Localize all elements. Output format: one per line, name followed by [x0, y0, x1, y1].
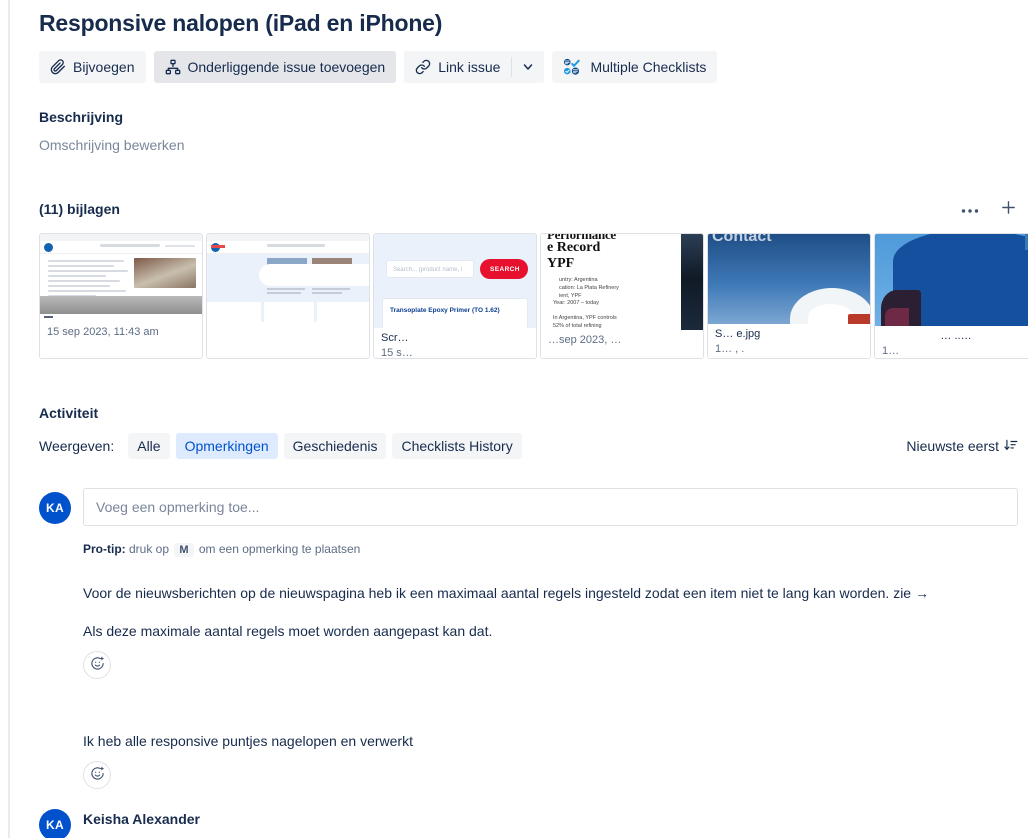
activity-section: Activiteit Weergeven: Alle Opmerkingen G…	[39, 405, 1028, 838]
hierarchy-icon	[165, 59, 181, 75]
avatar-slot	[39, 583, 71, 679]
left-divider	[8, 0, 10, 838]
description-heading: Beschrijving	[39, 109, 124, 125]
sort-descending-icon	[1004, 438, 1018, 455]
add-child-issue-button[interactable]: Onderliggende issue toevoegen	[153, 51, 397, 83]
description-placeholder[interactable]: Omschrijving bewerken	[39, 137, 1028, 153]
attachment-date: 1…	[882, 345, 900, 357]
add-reaction-button[interactable]	[83, 651, 111, 679]
add-reaction-button[interactable]	[83, 761, 111, 789]
attachment-preview	[875, 234, 1028, 328]
attachment-preview: Performance e Record YPF untry: Argentina…	[541, 234, 703, 332]
comment-paragraph: Ik heb alle responsive puntjes nagelopen…	[83, 733, 413, 749]
attachments-thumbnail-list: 15 sep 2023, 11:43 am Search... (product…	[39, 233, 1028, 359]
attachment-caption: Scr… 15 s…	[374, 328, 536, 358]
attachment-thumbnail[interactable]: Search... (product name, i SEARCH Transo…	[373, 233, 537, 359]
attach-button[interactable]: Bijvoegen	[39, 51, 146, 83]
paperclip-icon	[50, 59, 66, 75]
attachment-thumbnail[interactable]: 15 sep 2023, 11:43 am	[39, 233, 203, 359]
protip-before-key: druk op	[125, 542, 173, 556]
attachment-preview: Search... (product name, i SEARCH Transo…	[374, 234, 536, 334]
attachments-add-button[interactable]	[998, 199, 1018, 219]
comment-input[interactable]	[83, 488, 1018, 526]
comment-paragraph: Voor de nieuwsberichten op de nieuwspagi…	[83, 585, 929, 601]
attachment-date: …sep 2023, …	[548, 334, 622, 346]
attachment-caption: … ..… 1…	[875, 326, 1028, 358]
multiple-checklists-icon	[563, 58, 583, 76]
activity-filter-comments[interactable]: Opmerkingen	[175, 433, 278, 459]
attachments-heading: (11) bijlagen	[39, 201, 120, 217]
list-item: Voor de nieuwsberichten op de nieuwspagi…	[39, 583, 1028, 679]
activity-sort-label: Nieuwste eerst	[906, 438, 999, 454]
plus-icon	[1000, 199, 1017, 219]
chevron-down-icon	[522, 61, 534, 73]
attachment-preview: Contact	[708, 234, 870, 326]
activity-view-label: Weergeven:	[39, 438, 115, 454]
attachments-section: (11) bijlagen 15 sep 2023, 11:43 am Sear…	[39, 199, 1028, 359]
attachment-thumbnail[interactable]: Performance e Record YPF untry: Argentina…	[540, 233, 704, 359]
activity-filter-group: Alle Opmerkingen Geschiedenis Checklists…	[128, 433, 522, 459]
attachment-caption: …sep 2023, …	[541, 330, 703, 358]
link-issue-button[interactable]: Link issue	[404, 51, 512, 83]
protip-after-key: om een opmerking te plaatsen	[195, 542, 361, 556]
attachment-preview	[207, 234, 369, 324]
link-issue-label: Link issue	[438, 59, 501, 75]
protip-prefix: Pro-tip:	[83, 542, 126, 556]
list-item: Ik heb alle responsive puntjes nagelopen…	[39, 731, 1028, 789]
comment-author: Keisha Alexander	[83, 811, 200, 827]
activity-filter-history[interactable]: Geschiedenis	[283, 433, 387, 459]
comment-spacer	[39, 679, 1028, 715]
attachment-caption: 15 sep 2023, 11:43 am	[40, 322, 202, 358]
avatar: KA	[39, 492, 71, 524]
comment-composer: KA Pro-tip: druk op M om een opmerking t…	[39, 488, 1028, 557]
attachment-name: … ..…	[940, 330, 972, 342]
add-reaction-icon	[90, 656, 105, 674]
attachments-header: (11) bijlagen	[39, 199, 1028, 219]
attachment-thumbnail[interactable]	[206, 233, 370, 359]
add-reaction-icon	[90, 766, 105, 784]
activity-filter-bar: Weergeven: Alle Opmerkingen Geschiedenis…	[39, 433, 1028, 459]
issue-detail-page: Responsive nalopen (iPad en iPhone) Bijv…	[0, 0, 1028, 838]
list-item: KA Keisha Alexander De contact onderdeel…	[39, 809, 1028, 838]
activity-filter-checklists-history[interactable]: Checklists History	[392, 433, 522, 459]
link-issue-group: Link issue	[404, 51, 545, 83]
attachment-caption: S… e.jpg 1… , .	[708, 324, 870, 358]
multiple-checklists-button[interactable]: Multiple Checklists	[552, 51, 718, 83]
attachment-name: S… e.jpg	[715, 328, 761, 340]
add-child-issue-label: Onderliggende issue toevoegen	[187, 59, 386, 75]
activity-heading: Activiteit	[39, 405, 99, 421]
attachment-date: 15 s…	[381, 347, 413, 358]
issue-action-toolbar: Bijvoegen Onderliggende issue toevoegen	[39, 51, 1028, 83]
link-icon	[415, 59, 431, 75]
comment-paragraph: Als deze maximale aantal regels moet wor…	[83, 623, 493, 639]
avatar-slot: KA	[39, 809, 71, 838]
attachment-date: 15 sep 2023, 11:43 am	[47, 326, 159, 338]
attachments-more-button[interactable]	[960, 199, 980, 219]
protip-key: M	[174, 543, 194, 557]
avatar-slot	[39, 731, 71, 789]
attachment-thumbnail[interactable]: … ..… 1…	[874, 233, 1028, 359]
comment-list: Voor de nieuwsberichten op de nieuwspagi…	[39, 583, 1028, 838]
attachment-caption	[207, 322, 369, 358]
attachment-preview	[40, 234, 202, 324]
ellipsis-icon	[961, 202, 979, 217]
multiple-checklists-label: Multiple Checklists	[590, 59, 707, 75]
attachment-name: Scr…	[381, 332, 409, 344]
activity-filter-all[interactable]: Alle	[128, 433, 170, 459]
avatar: KA	[39, 809, 71, 838]
page-title: Responsive nalopen (iPad en iPhone)	[39, 10, 443, 36]
link-issue-more-button[interactable]	[512, 51, 545, 83]
attachment-thumbnail[interactable]: Contact S… e.jpg 1… , .	[707, 233, 871, 359]
activity-sort-button[interactable]: Nieuwste eerst	[906, 438, 1028, 455]
comment-protip: Pro-tip: druk op M om een opmerking te p…	[83, 542, 1018, 557]
attachments-actions	[960, 199, 1028, 219]
attachment-date: 1… , .	[715, 343, 745, 355]
attach-button-label: Bijvoegen	[73, 59, 135, 75]
